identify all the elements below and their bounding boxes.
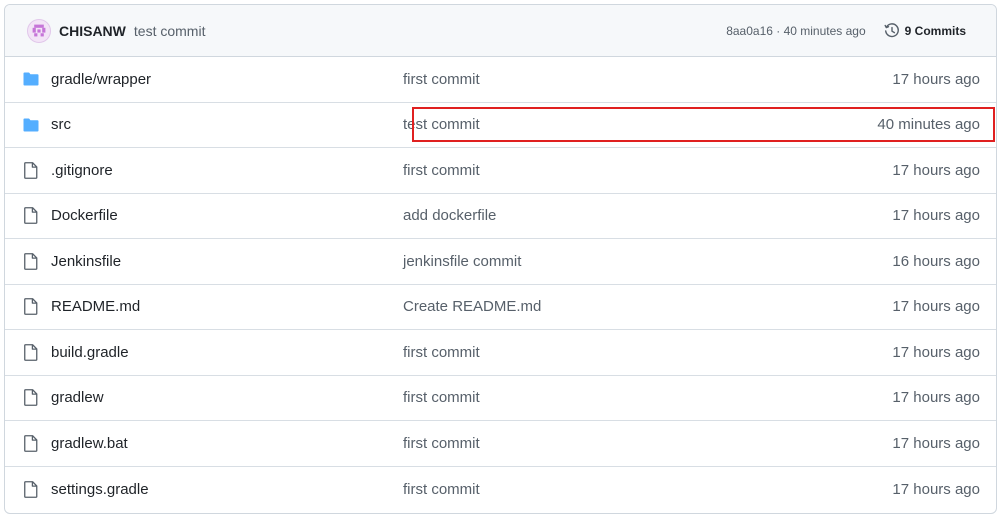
commit-message-link[interactable]: first commit [403,162,800,179]
commit-age: 17 hours ago [892,480,980,498]
commit-message-link[interactable]: Create README.md [403,298,800,315]
latest-commit-bar: CHISANW test commit 8aa0a16 · 40 minutes… [5,5,996,57]
commit-message-link[interactable]: first commit [403,481,800,498]
identicon-avatar-graphic [31,22,47,39]
commit-message-link[interactable]: first commit [403,435,800,452]
file-icon [23,343,39,361]
commit-message-link[interactable]: first commit [403,71,800,88]
file-icon [23,161,39,179]
file-row[interactable]: gradlew first commit 17 hours ago [5,376,996,421]
file-name-link[interactable]: gradlew [51,389,403,406]
file-icon [23,252,39,270]
file-row[interactable]: gradle/wrapper first commit 17 hours ago [5,57,996,103]
file-icon [23,207,39,225]
commits-count-label: 9 Commits [904,23,966,38]
file-icon [23,298,39,316]
file-name-link[interactable]: gradlew.bat [51,435,403,452]
file-icon [23,389,39,407]
file-rows: gradle/wrapper first commit 17 hours ago sr… [5,57,996,512]
file-name-link[interactable]: Dockerfile [51,207,403,224]
history-clock-icon [884,22,899,37]
commit-age: 17 hours ago [892,161,980,179]
file-name-link[interactable]: src [51,116,403,133]
file-name-link[interactable]: .gitignore [51,162,403,179]
latest-commit-message[interactable]: test commit [134,23,206,39]
file-row[interactable]: src test commit 40 minutes ago [5,103,996,148]
file-row[interactable]: README.md Create README.md 17 hours ago [5,285,996,330]
commit-message-link[interactable]: add dockerfile [403,207,800,224]
commit-age: 16 hours ago [892,252,980,270]
commit-sha-time[interactable]: 8aa0a16 · 40 minutes ago [726,24,865,38]
commit-age: 40 minutes ago [877,116,980,134]
commit-age: 17 hours ago [892,343,980,361]
file-row[interactable]: .gitignore first commit 17 hours ago [5,148,996,194]
file-row[interactable]: Jenkinsfile jenkinsfile commit 16 hours ag… [5,239,996,285]
folder-icon [23,117,39,133]
file-row[interactable]: build.gradle first commit 17 hours ago [5,330,996,376]
file-name-link[interactable]: gradle/wrapper [51,71,403,88]
repo-file-browser: CHISANW test commit 8aa0a16 · 40 minutes… [0,0,1008,525]
commit-age: 17 hours ago [892,298,980,316]
file-name-link[interactable]: build.gradle [51,344,403,361]
commits-history-link[interactable]: 9 Commits [884,22,966,39]
file-list-box: CHISANW test commit 8aa0a16 · 40 minutes… [4,4,997,514]
file-name-link[interactable]: settings.gradle [51,481,403,498]
commit-message-link[interactable]: first commit [403,344,800,361]
file-row[interactable]: gradlew.bat first commit 17 hours ago [5,421,996,467]
file-name-link[interactable]: Jenkinsfile [51,253,403,270]
folder-icon [23,71,39,87]
commit-message-link[interactable]: first commit [403,389,800,406]
commit-message-link[interactable]: jenkinsfile commit [403,253,800,270]
commit-message-link[interactable]: test commit [403,116,800,133]
file-icon [23,480,39,498]
file-row[interactable]: settings.gradle first commit 17 hours ago [5,467,996,513]
file-row[interactable]: Dockerfile add dockerfile 17 hours ago [5,194,996,239]
commit-age: 17 hours ago [892,389,980,407]
file-icon [23,434,39,452]
file-name-link[interactable]: README.md [51,298,403,315]
identicon-avatar[interactable] [27,18,51,43]
commit-age: 17 hours ago [892,434,980,452]
commit-age: 17 hours ago [892,207,980,225]
commit-age: 17 hours ago [892,70,980,88]
commit-author[interactable]: CHISANW [59,23,126,39]
